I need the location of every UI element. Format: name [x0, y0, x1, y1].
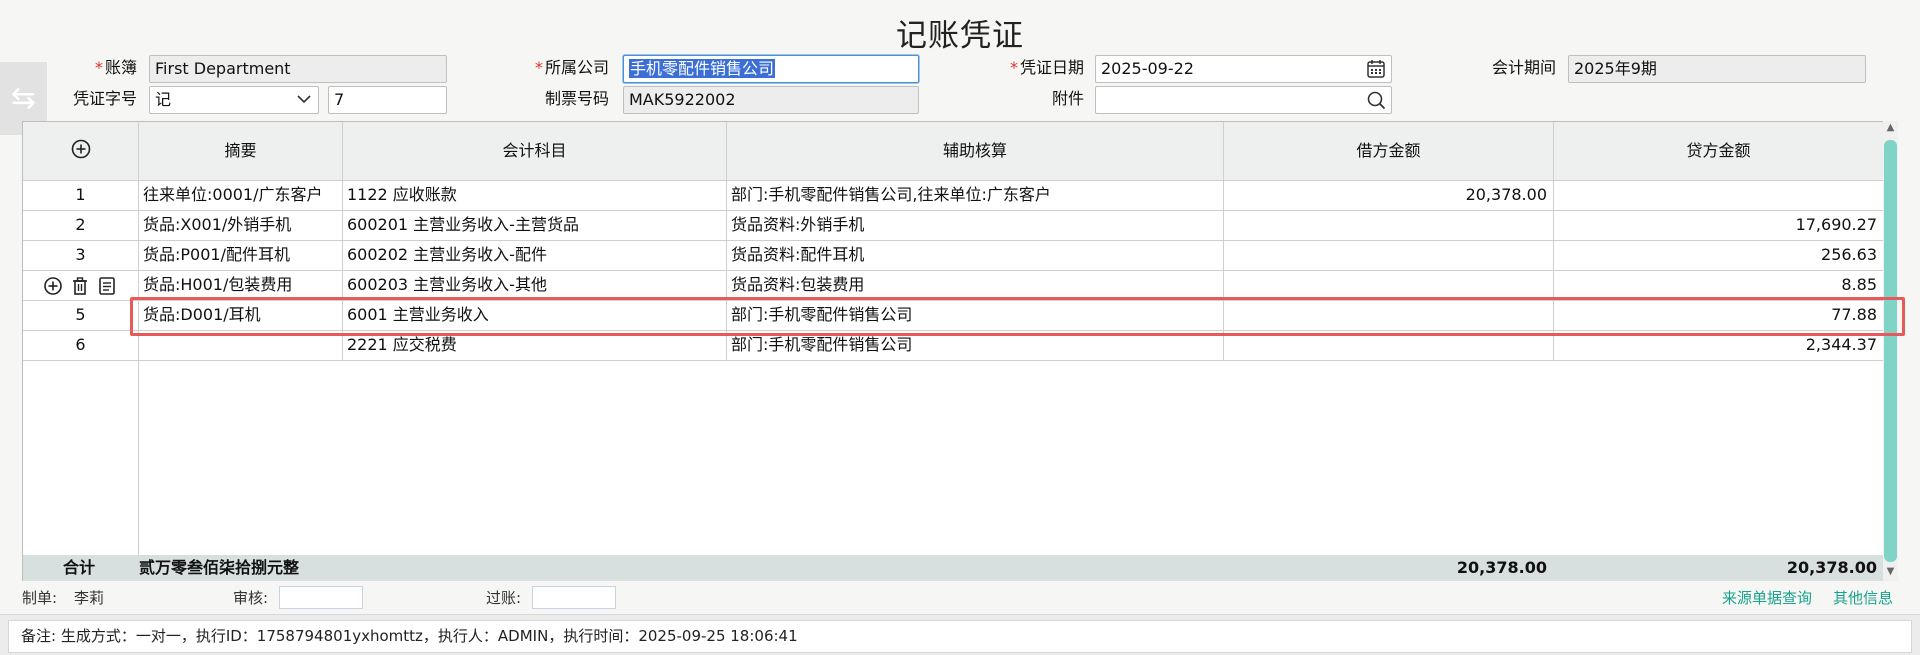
total-debit: 20,378.00	[1456, 558, 1547, 577]
attachment-field[interactable]	[1095, 86, 1392, 114]
voucher-type-value: 记	[155, 90, 172, 109]
scroll-thumb[interactable]	[1884, 140, 1897, 562]
scroll-up-icon[interactable]: ▲	[1884, 122, 1897, 133]
invoice-no-label: 制票号码	[544, 89, 609, 108]
debit-cell[interactable]	[1224, 210, 1553, 240]
total-credit: 20,378.00	[1786, 558, 1877, 577]
voucher-table: 摘要 会计科目 辅助核算 借方金额 贷方金额 1 往来单位:0001/广东客户 …	[22, 121, 1884, 581]
page-title: 记账凭证	[896, 18, 1024, 54]
debit-cell[interactable]	[1224, 240, 1553, 270]
credit-cell[interactable]: 8.85	[1554, 270, 1883, 300]
row-index: 6	[75, 335, 86, 354]
debit-cell[interactable]: 20,378.00	[1224, 180, 1553, 210]
company-value: 手机零配件销售公司	[629, 59, 776, 78]
attachment-label: 附件	[1051, 89, 1084, 108]
ledger-label: * 账簿	[94, 58, 137, 77]
total-in-words: 贰万零叁佰柒拾捌元整	[139, 558, 300, 577]
delete-row-icon[interactable]	[70, 270, 90, 300]
scroll-down-icon[interactable]: ▼	[1884, 566, 1897, 577]
summary-cell[interactable]: 往来单位:0001/广东客户	[139, 180, 342, 210]
aux-cell[interactable]: 货品资料:外销手机	[727, 210, 1223, 240]
row-index: 3	[75, 245, 86, 264]
total-row: 合计 贰万零叁佰柒拾捌元整 20,378.00 20,378.00	[23, 555, 1883, 581]
copy-row-icon[interactable]	[97, 270, 117, 300]
account-cell[interactable]: 600202 主营业务收入-配件	[343, 240, 726, 270]
invoice-no-field[interactable]: MAK5922002	[623, 86, 919, 114]
voucher-number-field[interactable]: 7	[328, 86, 447, 114]
voucher-type-select[interactable]: 记	[149, 86, 319, 114]
aux-cell[interactable]: 货品资料:配件耳机	[727, 240, 1223, 270]
total-label: 合计	[63, 558, 96, 577]
col-header-summary: 摘要	[139, 122, 342, 180]
summary-cell[interactable]: 货品:X001/外销手机	[139, 210, 342, 240]
row-index: 1	[75, 185, 86, 204]
add-row-header[interactable]	[23, 122, 138, 180]
company-label: * 所属公司	[534, 58, 609, 77]
date-field[interactable]: 2025-09-22	[1095, 55, 1392, 83]
post-field[interactable]	[532, 586, 616, 609]
summary-cell[interactable]: 货品:H001/包装费用	[139, 270, 342, 300]
voucher-panel: 记账凭证 ⇆ * 账簿 First Department * 所属公司 手机零配件销…	[0, 0, 1920, 615]
account-cell[interactable]: 1122 应收账款	[343, 180, 726, 210]
company-field[interactable]: 手机零配件销售公司	[623, 55, 919, 83]
period-field[interactable]: 2025年9期	[1568, 55, 1866, 83]
account-cell[interactable]: 600201 主营业务收入-主营货品	[343, 210, 726, 240]
debit-cell[interactable]	[1224, 270, 1553, 300]
post-label: 过账:	[486, 589, 522, 607]
col-header-debit: 借方金额	[1224, 122, 1553, 180]
row-highlight-frame	[130, 297, 1905, 336]
ledger-field[interactable]: First Department	[149, 55, 447, 83]
chevron-down-icon	[295, 90, 313, 113]
credit-cell[interactable]: 256.63	[1554, 240, 1883, 270]
aux-cell[interactable]: 货品资料:包装费用	[727, 270, 1223, 300]
source-document-link[interactable]: 来源单据查询	[1722, 588, 1812, 608]
search-icon[interactable]	[1366, 90, 1386, 113]
add-circle-icon	[71, 139, 90, 158]
col-header-credit: 贷方金额	[1554, 122, 1883, 180]
review-label: 审核:	[233, 589, 269, 607]
voucher-type-label: 凭证字号	[72, 89, 137, 108]
date-label: * 凭证日期	[1009, 58, 1084, 77]
col-header-aux: 辅助核算	[727, 122, 1223, 180]
col-header-account: 会计科目	[343, 122, 726, 180]
calendar-icon[interactable]	[1366, 59, 1386, 82]
row-index: 2	[75, 215, 86, 234]
summary-cell[interactable]: 货品:P001/配件耳机	[139, 240, 342, 270]
other-info-link[interactable]: 其他信息	[1833, 588, 1893, 608]
credit-cell[interactable]	[1554, 180, 1883, 210]
memo-bar: 备注: 生成方式：一对一，执行ID：1758794801yxhomttz，执行人…	[8, 620, 1912, 653]
credit-cell[interactable]: 17,690.27	[1554, 210, 1883, 240]
maker-value: 李莉	[74, 589, 105, 607]
grid-line	[23, 360, 1883, 361]
review-field[interactable]	[279, 586, 363, 609]
period-label: 会计期间	[1491, 58, 1556, 77]
maker-label: 制单:	[22, 589, 58, 607]
account-cell[interactable]: 600203 主营业务收入-其他	[343, 270, 726, 300]
insert-row-icon[interactable]	[43, 270, 63, 300]
aux-cell[interactable]: 部门:手机零配件销售公司,往来单位:广东客户	[727, 180, 1223, 210]
row-index: 5	[75, 305, 86, 324]
date-value: 2025-09-22	[1101, 59, 1194, 78]
